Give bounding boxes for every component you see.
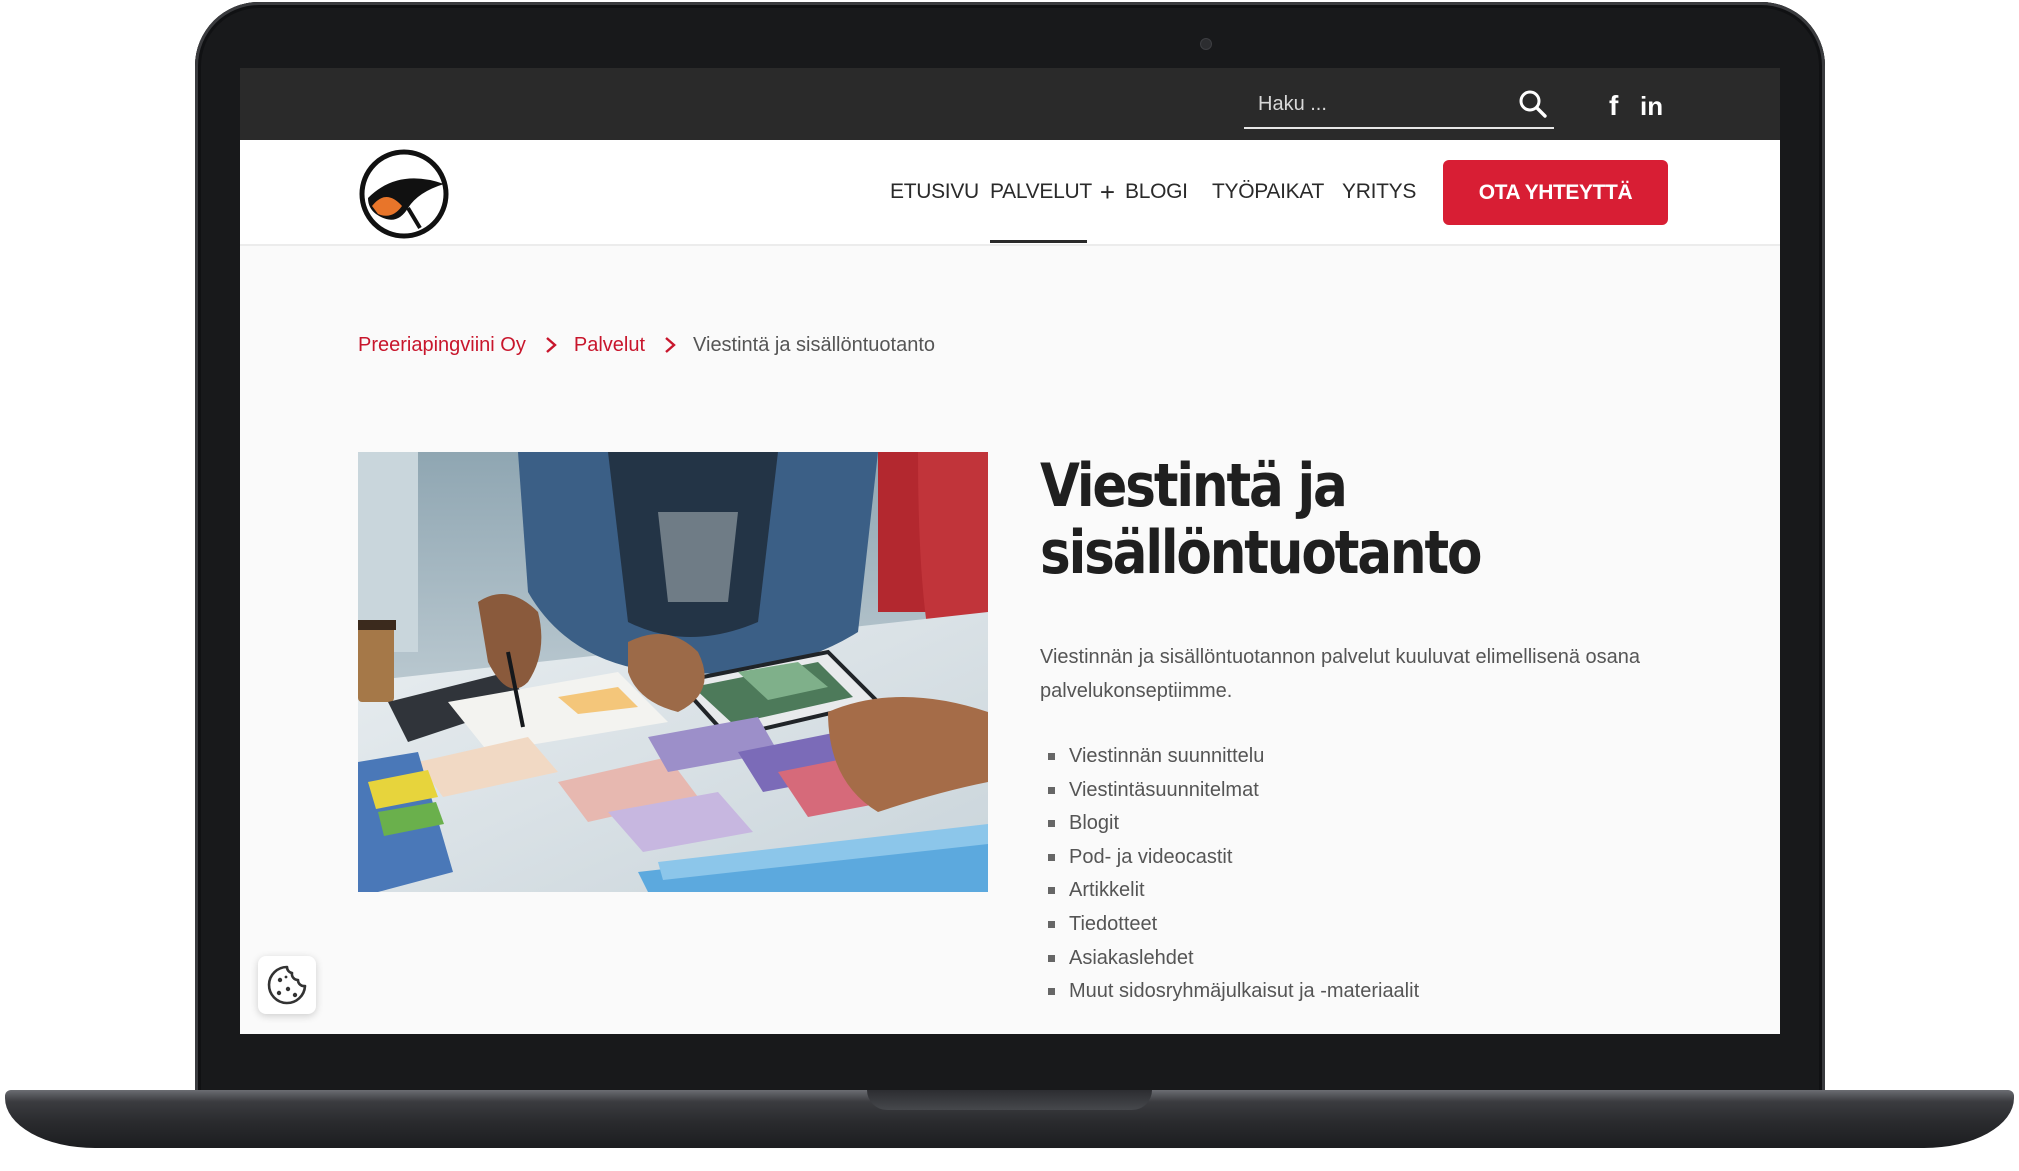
- top-bar: f in: [240, 68, 1780, 140]
- list-item: Viestintäsuunnitelmat: [1040, 774, 1419, 808]
- intro-text: Viestinnän ja sisällöntuotannon palvelut…: [1040, 646, 1641, 702]
- linkedin-icon[interactable]: in: [1636, 86, 1676, 122]
- nav-etusivu[interactable]: ETUSIVU: [890, 140, 979, 244]
- list-item: Tiedotteet: [1040, 908, 1419, 942]
- facebook-icon[interactable]: f: [1600, 86, 1630, 122]
- list-item: Blogit: [1040, 807, 1419, 841]
- breadcrumb-home[interactable]: Preeriapingviini Oy: [358, 334, 526, 357]
- nav-label: BLOGI: [1125, 180, 1188, 203]
- nav-label: YRITYS: [1342, 180, 1417, 203]
- page-title-line-2: sisällöntuotanto: [1040, 518, 1482, 588]
- list-item: Viestinnän suunnittelu: [1040, 740, 1419, 774]
- site-header: ETUSIVU PALVELUT + BLOGI TYÖPAIKAT YRITY…: [240, 140, 1780, 246]
- chevron-right-icon: [546, 337, 557, 353]
- active-nav-underline: [990, 240, 1087, 243]
- plus-icon: +: [1099, 177, 1115, 207]
- page-title-line-1: Viestintä ja: [1040, 451, 1348, 521]
- cookie-icon: [267, 965, 307, 1005]
- nav-tyopaikat[interactable]: TYÖPAIKAT: [1212, 140, 1324, 244]
- list-item: Artikkelit: [1040, 874, 1419, 908]
- breadcrumb: Preeriapingviini Oy Palvelut Viestintä j…: [358, 330, 935, 360]
- breadcrumb-palvelut[interactable]: Palvelut: [574, 334, 645, 357]
- nav-yritys[interactable]: YRITYS: [1342, 140, 1416, 244]
- contact-button[interactable]: OTA YHTEYTTÄ: [1443, 160, 1668, 225]
- list-item: Pod- ja videocastit: [1040, 841, 1419, 875]
- search-icon[interactable]: [1516, 87, 1550, 121]
- linkedin-glyph: in: [1640, 91, 1663, 121]
- page-title: Viestintä ja sisällöntuotanto: [1040, 453, 1590, 587]
- list-item: Muut sidosryhmäjulkaisut ja -materiaalit: [1040, 975, 1419, 1009]
- chevron-right-icon: [665, 337, 676, 353]
- search-box: [1244, 83, 1554, 129]
- website-screen: f in ETUSIVU PALVELUT + BLOGI: [240, 68, 1780, 1034]
- hero-image: [358, 452, 988, 892]
- nav-label: PALVELUT: [990, 180, 1092, 203]
- logo-penguin-icon[interactable]: [358, 148, 450, 240]
- nav-label: TYÖPAIKAT: [1212, 180, 1325, 203]
- laptop-notch: [867, 1090, 1152, 1110]
- services-list: Viestinnän suunnittelu Viestintäsuunnite…: [1040, 740, 1419, 1009]
- facebook-glyph: f: [1609, 90, 1619, 121]
- camera-dot: [1200, 38, 1212, 50]
- nav-blogi[interactable]: BLOGI: [1125, 140, 1188, 244]
- breadcrumb-current: Viestintä ja sisällöntuotanto: [693, 333, 936, 356]
- search-input[interactable]: [1256, 83, 1500, 125]
- list-item: Asiakaslehdet: [1040, 942, 1419, 976]
- nav-label: ETUSIVU: [890, 180, 979, 203]
- nav-palvelut[interactable]: PALVELUT +: [990, 140, 1115, 244]
- cookie-settings-button[interactable]: [258, 956, 316, 1014]
